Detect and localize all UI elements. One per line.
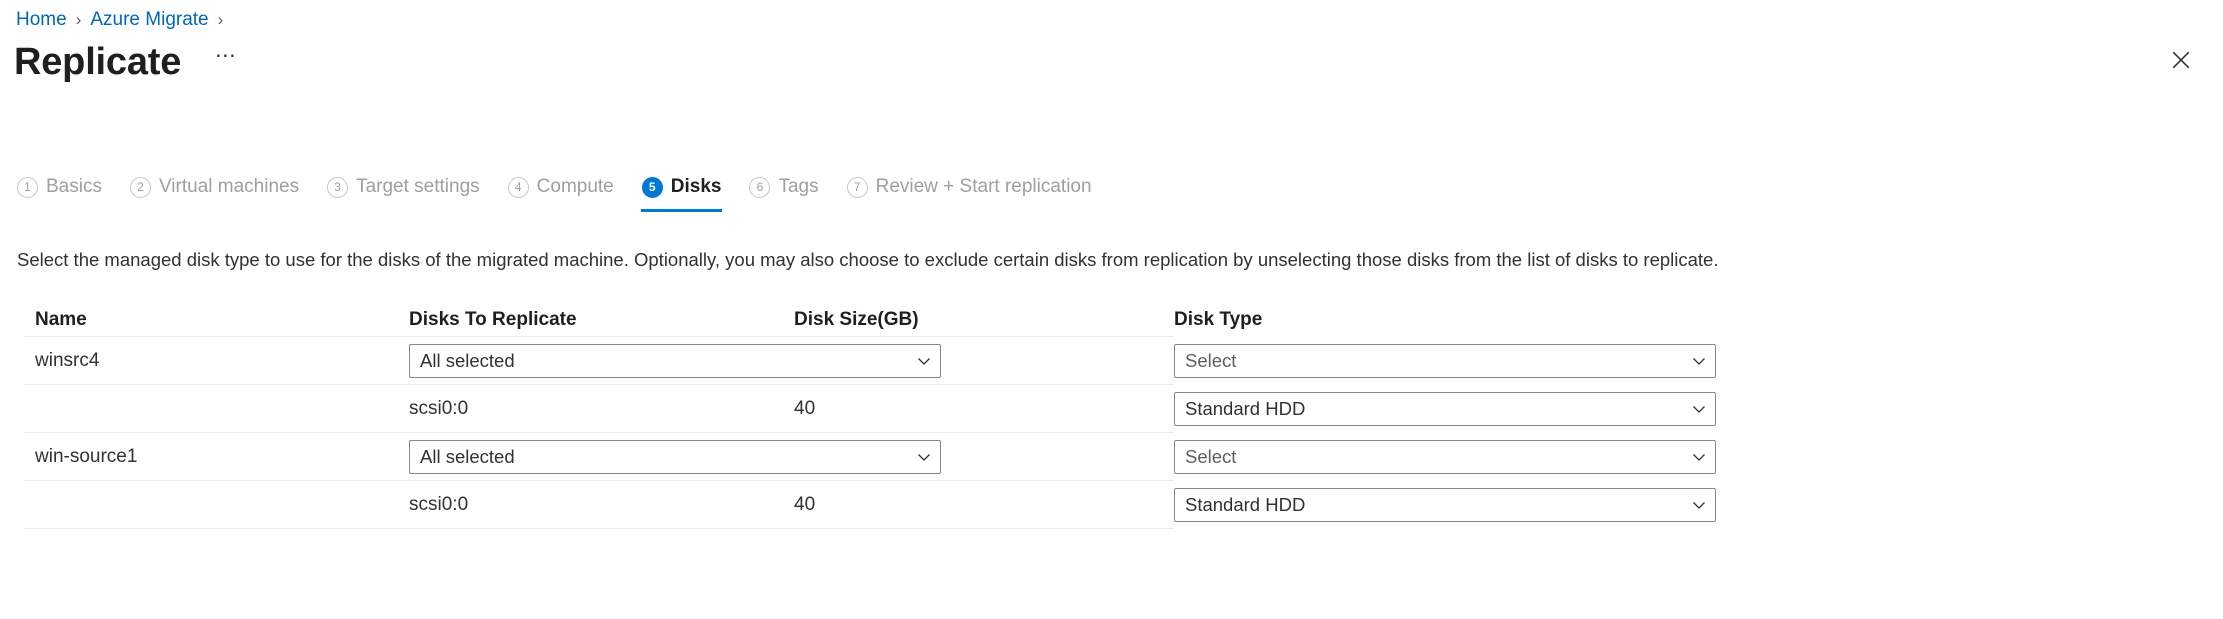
breadcrumb-item-home[interactable]: Home — [16, 6, 67, 34]
step-number-badge: 6 — [749, 177, 770, 198]
wizard-steps: 1 Basics 2 Virtual machines 3 Target set… — [16, 168, 1119, 212]
tab-virtual-machines[interactable]: 2 Virtual machines — [129, 168, 300, 206]
chevron-down-icon — [1691, 497, 1707, 513]
tab-label: Review + Start replication — [876, 175, 1092, 199]
more-options-icon[interactable]: ⋯ — [209, 45, 243, 79]
chevron-down-icon — [1691, 353, 1707, 369]
breadcrumb-item-azure-migrate[interactable]: Azure Migrate — [90, 6, 208, 34]
table-row: winsrc4 All selected 40 Select — [24, 336, 2204, 384]
column-header-name: Name — [24, 308, 409, 332]
tab-label: Tags — [778, 175, 818, 199]
page-title: Replicate — [14, 40, 181, 84]
disk-type-dropdown[interactable]: Select — [1174, 344, 1716, 378]
tab-label: Compute — [537, 175, 614, 199]
vm-name: win-source1 — [24, 445, 409, 469]
tab-label: Disks — [671, 175, 722, 199]
disks-to-replicate-value: All selected — [420, 349, 910, 373]
disks-to-replicate-dropdown[interactable]: All selected — [409, 440, 941, 474]
chevron-down-icon — [1691, 401, 1707, 417]
tab-disks[interactable]: 5 Disks — [641, 168, 723, 206]
disk-type-value: Select — [1185, 349, 1685, 373]
tab-review-start-replication[interactable]: 7 Review + Start replication — [846, 168, 1093, 206]
table-header-row: Name Disks To Replicate Disk Size(GB) Di… — [24, 296, 2204, 336]
disks-to-replicate-dropdown[interactable]: All selected — [409, 344, 941, 378]
disks-to-replicate-value: All selected — [420, 445, 910, 469]
title-row: Replicate ⋯ — [14, 40, 243, 84]
disk-identifier: scsi0:0 — [409, 397, 794, 421]
disk-type-dropdown[interactable]: Standard HDD — [1174, 392, 1716, 426]
chevron-down-icon — [916, 449, 932, 465]
page-description: Select the managed disk type to use for … — [17, 247, 1718, 273]
close-button[interactable] — [2161, 40, 2201, 80]
breadcrumb-separator-icon: › — [218, 6, 224, 34]
disks-table: Name Disks To Replicate Disk Size(GB) Di… — [24, 296, 2204, 529]
disk-type-dropdown[interactable]: Select — [1174, 440, 1716, 474]
disk-type-value: Standard HDD — [1185, 493, 1685, 517]
breadcrumb: Home › Azure Migrate › — [16, 6, 232, 34]
disk-type-value: Standard HDD — [1185, 397, 1685, 421]
tab-tags[interactable]: 6 Tags — [748, 168, 819, 206]
tab-target-settings[interactable]: 3 Target settings — [326, 168, 481, 206]
tab-compute[interactable]: 4 Compute — [507, 168, 615, 206]
disk-type-dropdown[interactable]: Standard HDD — [1174, 488, 1716, 522]
breadcrumb-separator-icon: › — [76, 6, 82, 34]
chevron-down-icon — [916, 353, 932, 369]
table-row: win-source1 All selected 40 Select — [24, 432, 2204, 480]
tab-label: Virtual machines — [159, 175, 299, 199]
step-number-badge: 7 — [847, 177, 868, 198]
disk-size-value: 40 — [794, 493, 1174, 517]
step-number-badge: 3 — [327, 177, 348, 198]
table-row: scsi0:0 40 Standard HDD — [24, 480, 2204, 528]
chevron-down-icon — [1691, 449, 1707, 465]
step-number-badge: 4 — [508, 177, 529, 198]
column-header-disk-type: Disk Type — [1174, 308, 2190, 332]
table-row: scsi0:0 40 Standard HDD — [24, 384, 2204, 432]
column-header-disk-size: Disk Size(GB) — [794, 308, 1174, 332]
vm-name: winsrc4 — [24, 349, 409, 373]
tab-label: Target settings — [356, 175, 480, 199]
disk-identifier: scsi0:0 — [409, 493, 794, 517]
tab-basics[interactable]: 1 Basics — [16, 168, 103, 206]
step-number-badge: 2 — [130, 177, 151, 198]
close-icon — [2172, 51, 2190, 69]
table-bottom-divider — [24, 528, 1174, 529]
disk-type-value: Select — [1185, 445, 1685, 469]
tab-label: Basics — [46, 175, 102, 199]
step-number-badge: 5 — [642, 177, 663, 198]
column-header-disks-to-replicate: Disks To Replicate — [409, 308, 794, 332]
disk-size-value: 40 — [794, 397, 1174, 421]
step-number-badge: 1 — [17, 177, 38, 198]
